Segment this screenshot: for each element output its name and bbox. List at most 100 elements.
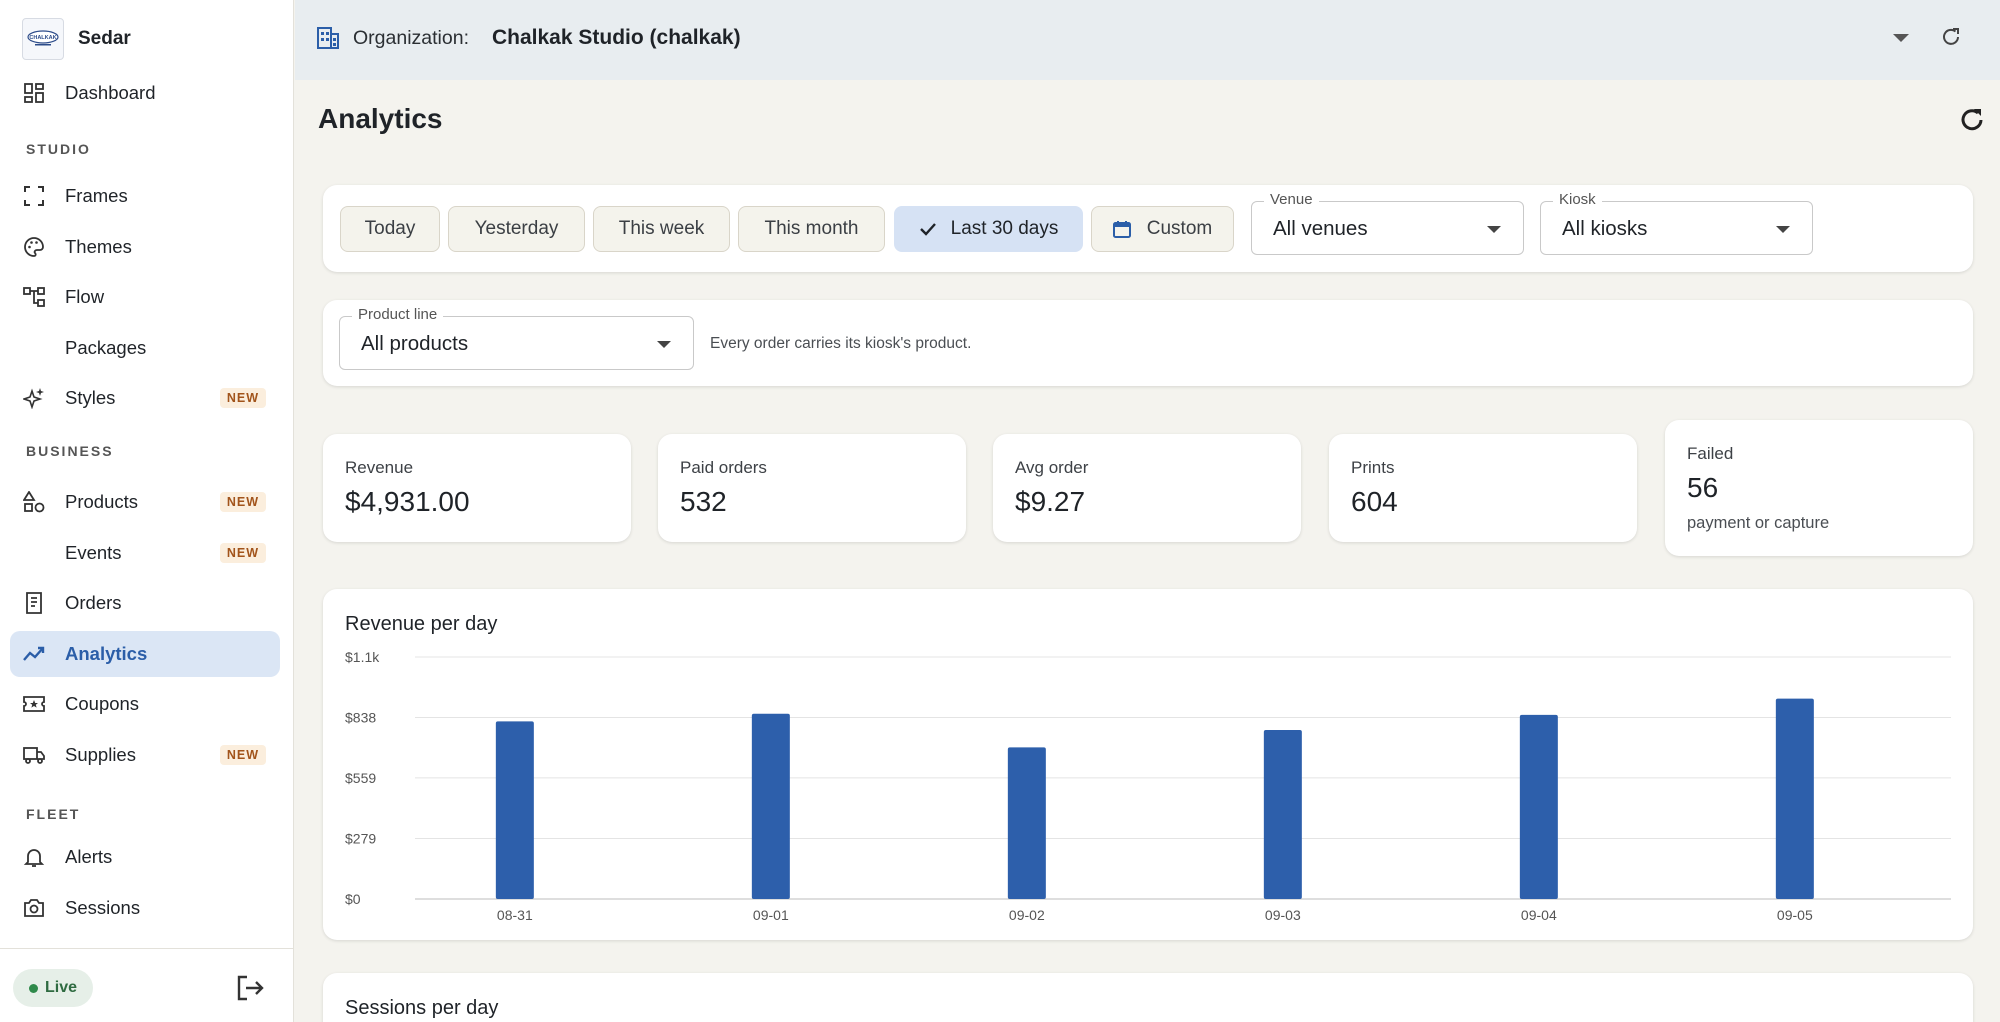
- kpi-card-revenue: Revenue $4,931.00: [323, 434, 631, 542]
- coupon-icon: [23, 696, 45, 712]
- range-chip-label: Last 30 days: [950, 218, 1059, 239]
- sidebar-item-label: Flow: [65, 286, 105, 307]
- kpi-card-paid-orders: Paid orders 532: [658, 434, 966, 542]
- sidebar-item-frames[interactable]: Frames: [10, 173, 280, 219]
- chevron-down-icon: [1487, 226, 1501, 233]
- sidebar-item-products[interactable]: Products NEW: [10, 479, 280, 525]
- brand-name: Sedar: [78, 28, 131, 49]
- revenue-chart-card: Revenue per day $0 $279 $559 $838 $1.1k 08-31…: [323, 589, 1973, 940]
- sidebar-item-label: Packages: [65, 336, 147, 358]
- sidebar-item-label: Orders: [65, 592, 122, 613]
- sidebar-item-packages[interactable]: Packages: [10, 325, 280, 371]
- sidebar-item-analytics[interactable]: Analytics: [10, 630, 280, 677]
- live-status-badge[interactable]: Live: [13, 969, 94, 1007]
- y-tick-label: $559: [345, 770, 376, 786]
- range-chip-yesterday[interactable]: Yesterday: [448, 206, 585, 252]
- range-chip-label: Today: [364, 218, 416, 239]
- product-line-label: Product line: [352, 306, 444, 323]
- venue-select-label: Venue: [1264, 191, 1319, 208]
- sidebar-item-label: Coupons: [65, 693, 140, 714]
- new-badge: NEW: [219, 492, 266, 512]
- building-icon: [317, 27, 339, 49]
- y-tick-label: $1.1k: [345, 649, 380, 665]
- logo-icon: CHALKAK: [27, 30, 59, 46]
- logout-icon[interactable]: [234, 973, 266, 1003]
- sidebar-item-label: Alerts: [65, 846, 113, 867]
- receipt-icon: [26, 592, 42, 614]
- product-line-select[interactable]: Product line All products: [339, 306, 694, 370]
- kpi-value: 604: [1351, 486, 1398, 517]
- kiosk-select[interactable]: Kiosk All kiosks: [1540, 191, 1813, 255]
- x-tick-label: 09-03: [1265, 907, 1301, 923]
- page-title: Analytics: [318, 103, 443, 134]
- new-badge: NEW: [219, 542, 266, 563]
- revenue-bar-chart: $0 $279 $559 $838 $1.1k 08-31 09-01 09-02 09-03 0…: [345, 649, 1951, 923]
- sidebar-item-themes[interactable]: Themes: [10, 224, 280, 270]
- live-status-label: Live: [45, 979, 78, 996]
- sessions-chart-card: Sessions per day: [323, 973, 1973, 1022]
- y-tick-label: $279: [345, 831, 376, 847]
- bar-09-04: [1519, 714, 1558, 899]
- sparkle-icon: [23, 388, 44, 409]
- range-chip-label: This month: [764, 218, 859, 239]
- sidebar-item-orders[interactable]: Orders: [10, 580, 280, 626]
- kpi-label: Paid orders: [680, 458, 767, 477]
- kpi-value: $9.27: [1015, 486, 1086, 517]
- bar-09-05: [1775, 698, 1814, 899]
- org-name[interactable]: Chalkak Studio (chalkak): [492, 26, 741, 50]
- kiosk-select-label: Kiosk: [1553, 191, 1602, 208]
- brand[interactable]: CHALKAK Sedar: [22, 18, 131, 60]
- sidebar-item-sessions[interactable]: Sessions: [10, 885, 280, 931]
- x-tick-label: 09-02: [1009, 907, 1045, 923]
- chevron-down-icon: [657, 341, 671, 348]
- x-tick-label: 08-31: [497, 907, 533, 923]
- sidebar-item-dashboard[interactable]: Dashboard: [10, 70, 280, 116]
- palette-icon: [24, 236, 44, 257]
- range-chip-last-30-days[interactable]: Last 30 days: [894, 206, 1083, 252]
- sidebar-item-label: Themes: [65, 235, 132, 257]
- org-refresh-icon[interactable]: [1940, 26, 1962, 48]
- y-tick-label: $838: [345, 709, 376, 725]
- kpi-value: $4,931.00: [345, 486, 470, 517]
- range-chip-today[interactable]: Today: [340, 206, 440, 252]
- range-chip-label: Yesterday: [474, 218, 559, 239]
- range-chip-this-week[interactable]: This week: [593, 206, 730, 252]
- truck-icon: [23, 746, 45, 764]
- range-chip-this-month[interactable]: This month: [738, 206, 885, 252]
- org-dropdown-icon[interactable]: [1893, 34, 1909, 42]
- sidebar-item-coupons[interactable]: Coupons: [10, 681, 280, 727]
- sidebar-item-supplies[interactable]: Supplies NEW: [10, 732, 280, 778]
- kpi-sub: payment or capture: [1687, 514, 1830, 532]
- product-line-hint: Every order carries its kiosk's product.: [710, 335, 972, 352]
- sidebar-footer: Live: [0, 948, 294, 1022]
- sidebar-item-flow[interactable]: Flow: [10, 274, 280, 320]
- calendar-icon: [1112, 221, 1131, 238]
- section-label-fleet: FLEET: [26, 806, 81, 822]
- new-badge: NEW: [219, 744, 266, 765]
- kpi-label: Avg order: [1015, 458, 1089, 477]
- shapes-icon: [23, 491, 45, 513]
- range-chip-label: Custom: [1146, 218, 1213, 239]
- refresh-icon[interactable]: [1958, 106, 1986, 134]
- sidebar-item-label: Dashboard: [65, 82, 156, 103]
- sidebar-item-label: Supplies: [65, 743, 136, 765]
- kpi-label: Failed: [1687, 444, 1734, 463]
- frame-icon: [24, 186, 44, 206]
- live-dot-icon: [29, 984, 38, 993]
- venue-select[interactable]: Venue All venues: [1251, 191, 1524, 255]
- bar-08-31: [495, 721, 534, 899]
- kpi-label: Revenue: [345, 458, 414, 477]
- kiosk-select-value: All kiosks: [1562, 217, 1648, 240]
- kpi-value: 532: [680, 486, 727, 517]
- svg-text:CHALKAK: CHALKAK: [29, 35, 56, 41]
- section-label-business: BUSINESS: [26, 443, 114, 459]
- sidebar-item-label: Sessions: [65, 896, 141, 918]
- org-bar: Organization: Chalkak Studio (chalkak): [295, 0, 2000, 80]
- sidebar-item-alerts[interactable]: Alerts: [10, 834, 280, 880]
- sidebar-item-label: Frames: [65, 185, 128, 206]
- range-chip-custom[interactable]: Custom: [1091, 206, 1234, 252]
- sidebar: CHALKAK Sedar Dashboard STUDIO Frames Theme…: [0, 0, 294, 1022]
- sidebar-item-events[interactable]: Events NEW: [10, 530, 280, 576]
- sidebar-item-styles[interactable]: Styles NEW: [10, 375, 280, 421]
- sidebar-item-label: Analytics: [65, 642, 148, 664]
